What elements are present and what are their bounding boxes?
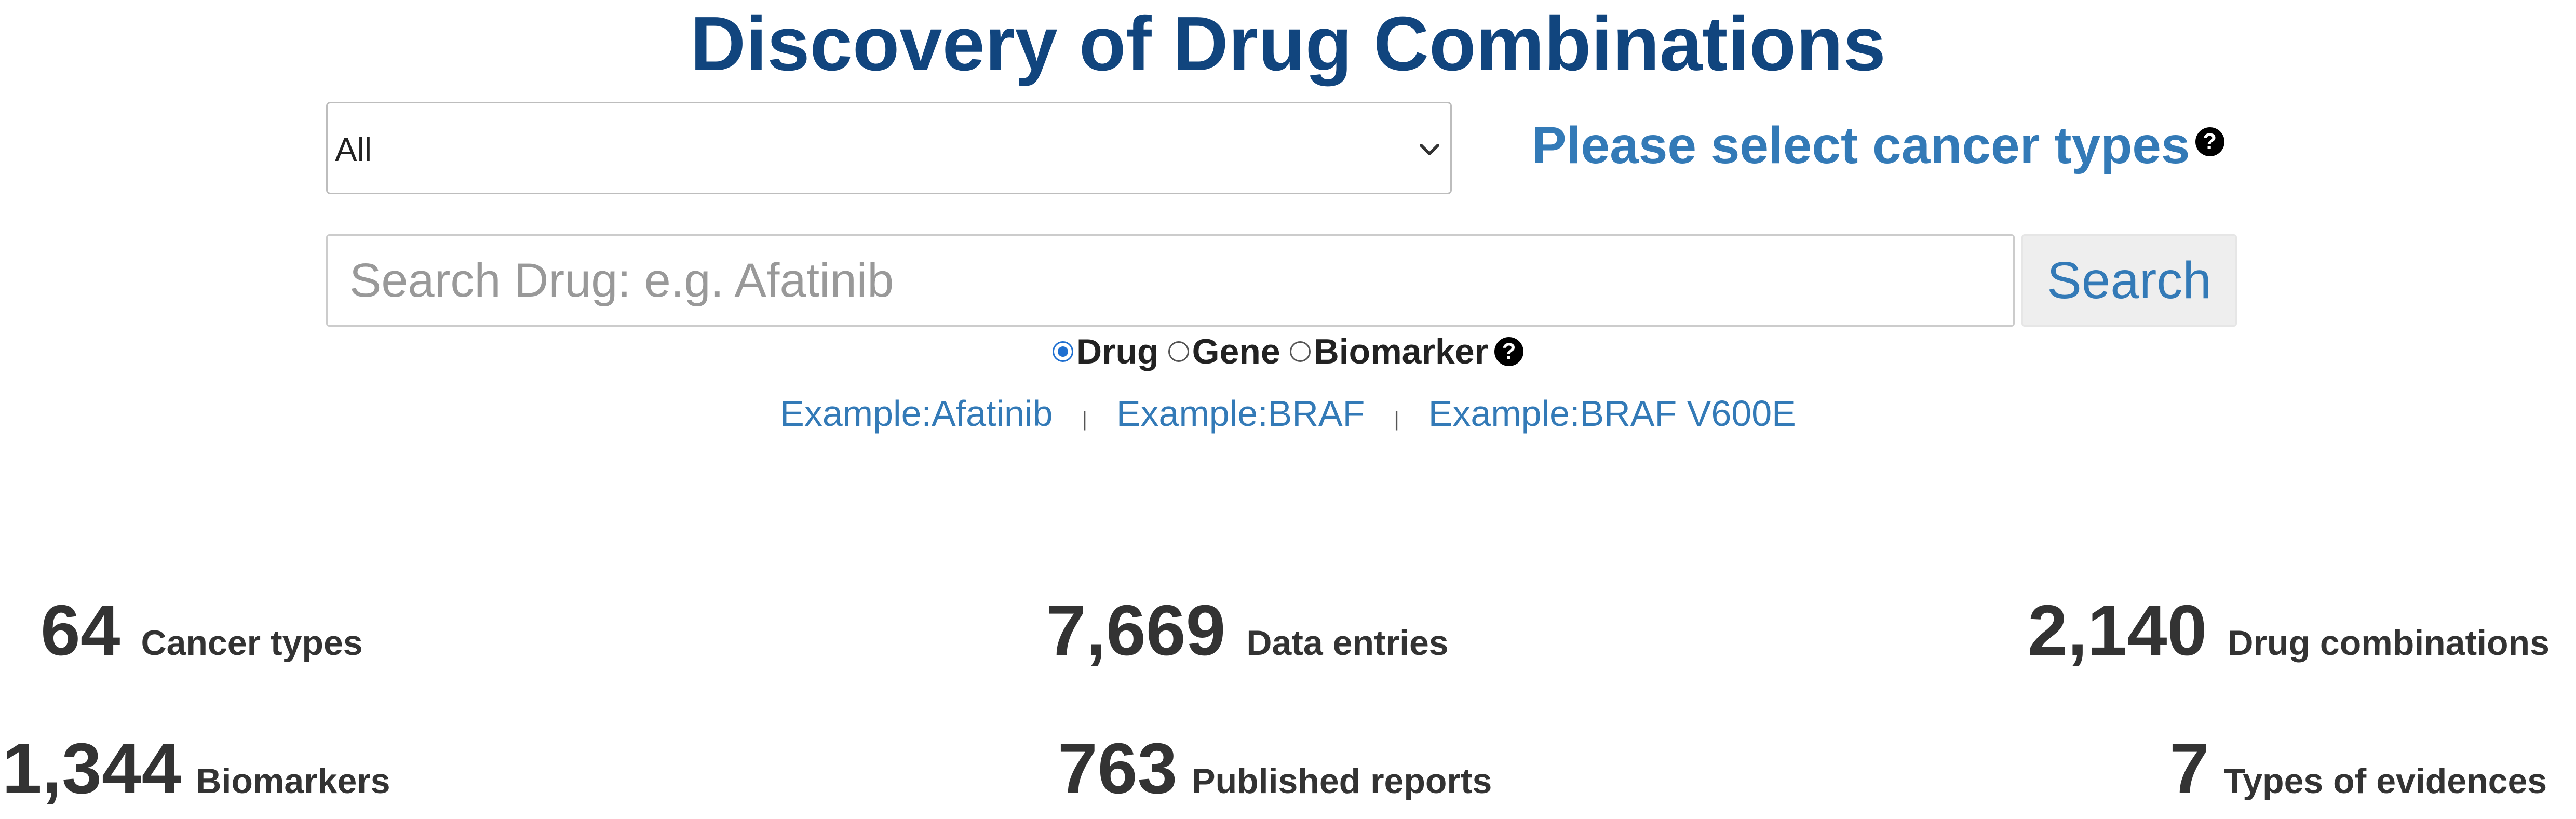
stat-label: Published reports: [1192, 761, 1492, 801]
stat-value: 7: [2169, 729, 2209, 809]
radio-option-biomarker[interactable]: Biomarker: [1289, 331, 1489, 372]
chevron-down-icon: [1420, 144, 1439, 155]
question-circle-icon[interactable]: ?: [2195, 127, 2224, 156]
stat-label: Biomarkers: [196, 761, 390, 801]
radio-label-gene: Gene: [1192, 332, 1280, 371]
radio-button-biomarker[interactable]: [1289, 341, 1311, 362]
stat-label: Data entries: [1246, 623, 1449, 663]
stat-label: Cancer types: [141, 623, 363, 663]
search-type-radio-group: Drug Gene Biomarker ?: [0, 330, 2576, 373]
stat-data-entries: 7,669 Data entries: [1046, 589, 1449, 672]
stat-label: Drug combinations: [2228, 623, 2550, 663]
example-separator: |: [1082, 407, 1087, 431]
radio-label-biomarker: Biomarker: [1313, 332, 1489, 371]
stat-published-reports: 763 Published reports: [1058, 727, 1492, 810]
stat-cancer-types: 64 Cancer types: [41, 589, 363, 672]
question-circle-icon[interactable]: ?: [1494, 337, 1524, 366]
page-title: Discovery of Drug Combinations: [690, 1, 1886, 87]
stat-value: 1,344: [2, 729, 182, 809]
radio-button-drug[interactable]: [1052, 341, 1073, 362]
cancer-type-select[interactable]: All: [326, 102, 1452, 194]
example-links: Example:Afatinib | Example:BRAF | Exampl…: [0, 388, 2576, 438]
radio-label-drug: Drug: [1076, 332, 1159, 371]
stat-label: Types of evidences: [2223, 761, 2547, 801]
stat-value: 2,140: [2028, 590, 2207, 670]
example-link-braf-v600e[interactable]: Example:BRAF V600E: [1428, 393, 1796, 434]
radio-option-gene[interactable]: Gene: [1168, 331, 1280, 372]
stat-value: 763: [1058, 729, 1178, 809]
example-link-afatinib[interactable]: Example:Afatinib: [780, 393, 1053, 434]
cancer-type-label: Please select cancer types: [1532, 116, 2190, 174]
stat-types-of-evidences: 7 Types of evidences: [2169, 727, 2547, 810]
stat-value: 7,669: [1046, 590, 1226, 670]
search-input[interactable]: [326, 234, 2015, 327]
search-button[interactable]: Search: [2021, 234, 2237, 327]
cancer-type-label-group: Please select cancer types ?: [1532, 104, 2224, 187]
stat-value: 64: [41, 590, 120, 670]
radio-button-gene[interactable]: [1168, 341, 1189, 362]
cancer-type-selected-value: All: [335, 131, 372, 168]
stat-biomarkers: 1,344 Biomarkers: [2, 727, 390, 810]
radio-option-drug[interactable]: Drug: [1052, 331, 1159, 372]
stat-drug-combinations: 2,140 Drug combinations: [2028, 589, 2550, 672]
example-link-braf[interactable]: Example:BRAF: [1116, 393, 1365, 434]
example-separator: |: [1394, 407, 1399, 431]
